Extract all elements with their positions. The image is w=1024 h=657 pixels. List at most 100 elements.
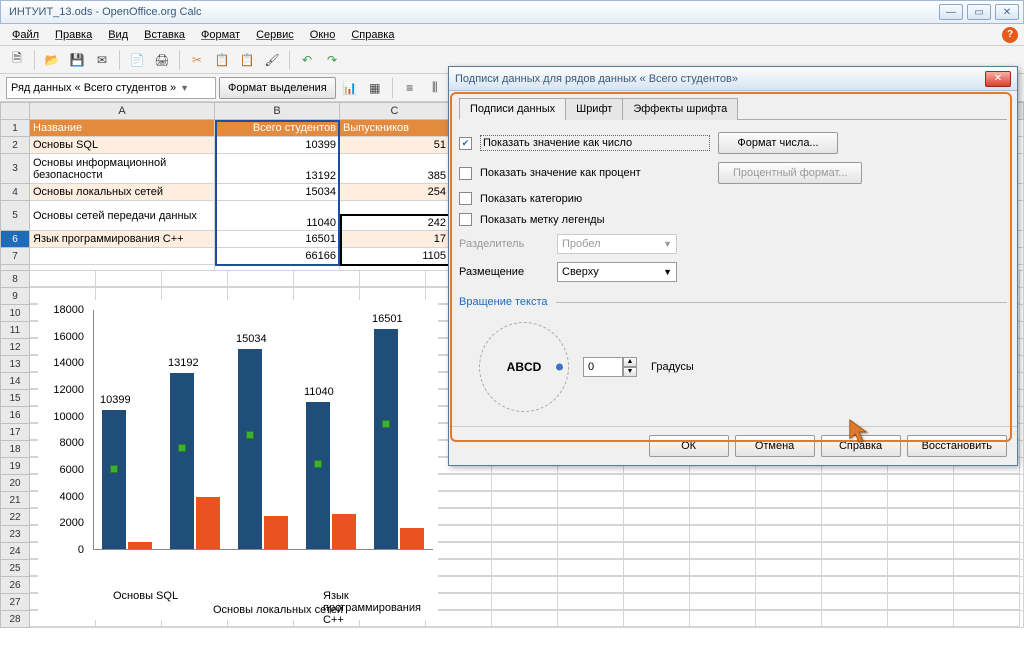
row-header[interactable]: 26: [0, 577, 30, 594]
cell[interactable]: [624, 492, 690, 508]
cell[interactable]: [558, 611, 624, 627]
row-header[interactable]: 6: [0, 231, 30, 248]
cell[interactable]: [756, 475, 822, 491]
paste-icon[interactable]: 📋: [236, 49, 258, 71]
cell[interactable]: [756, 526, 822, 542]
row-header[interactable]: 21: [0, 492, 30, 509]
checkbox-show-as-number[interactable]: ✔: [459, 137, 472, 150]
tab-font-effects[interactable]: Эффекты шрифта: [622, 98, 738, 120]
maximize-button[interactable]: ▭: [967, 4, 991, 20]
cell[interactable]: 17: [340, 231, 450, 248]
cell[interactable]: [492, 611, 558, 627]
cell[interactable]: [162, 271, 228, 287]
redo-icon[interactable]: ↷: [321, 49, 343, 71]
cell[interactable]: [558, 594, 624, 610]
cell[interactable]: [558, 492, 624, 508]
cell-header[interactable]: Выпускников: [340, 120, 450, 137]
cell[interactable]: [96, 271, 162, 287]
menu-edit[interactable]: Правка: [49, 27, 98, 43]
cell[interactable]: [624, 560, 690, 576]
menu-file[interactable]: Файл: [6, 27, 45, 43]
degrees-input[interactable]: [583, 357, 623, 377]
menu-view[interactable]: Вид: [102, 27, 134, 43]
cell[interactable]: 51: [340, 137, 450, 154]
grid-h-icon[interactable]: ≡: [399, 77, 421, 99]
row-header[interactable]: 19: [0, 458, 30, 475]
cell-header[interactable]: Название: [30, 120, 215, 137]
cell[interactable]: [954, 475, 1020, 491]
checkbox-show-legend-key[interactable]: [459, 213, 472, 226]
cell[interactable]: [624, 509, 690, 525]
row-header[interactable]: 2: [0, 137, 30, 154]
help-button[interactable]: Справка: [821, 435, 901, 457]
menu-window[interactable]: Окно: [304, 27, 342, 43]
cell[interactable]: Язык программирования С++: [30, 231, 215, 248]
cell[interactable]: 66166: [215, 248, 340, 265]
cell[interactable]: [690, 492, 756, 508]
cell[interactable]: [558, 543, 624, 559]
spinner-up-icon[interactable]: ▲: [623, 357, 637, 367]
cell[interactable]: [30, 248, 215, 265]
cell[interactable]: [888, 594, 954, 610]
cell[interactable]: [492, 594, 558, 610]
menu-insert[interactable]: Вставка: [138, 27, 191, 43]
cell[interactable]: [690, 475, 756, 491]
cell[interactable]: [624, 543, 690, 559]
menu-format[interactable]: Формат: [195, 27, 246, 43]
cell[interactable]: [624, 611, 690, 627]
chart-type-icon[interactable]: 📊: [339, 77, 361, 99]
cell[interactable]: [888, 577, 954, 593]
cell[interactable]: [558, 509, 624, 525]
row-header[interactable]: 4: [0, 184, 30, 201]
cell[interactable]: [756, 611, 822, 627]
row-header[interactable]: 22: [0, 509, 30, 526]
row-header[interactable]: 20: [0, 475, 30, 492]
cell[interactable]: 11040: [215, 201, 340, 231]
cell[interactable]: [822, 560, 888, 576]
reset-button[interactable]: Восстановить: [907, 435, 1007, 457]
row-header[interactable]: 7: [0, 248, 30, 265]
cell[interactable]: [492, 475, 558, 491]
cell[interactable]: [822, 594, 888, 610]
rotation-dial[interactable]: ABCD: [479, 322, 569, 412]
cell[interactable]: [954, 560, 1020, 576]
row-header[interactable]: 27: [0, 594, 30, 611]
cell[interactable]: [822, 526, 888, 542]
cell[interactable]: [624, 526, 690, 542]
dialog-title-bar[interactable]: Подписи данных для рядов данных « Всего …: [449, 67, 1017, 91]
row-header[interactable]: 8: [0, 271, 30, 288]
cell[interactable]: [690, 594, 756, 610]
cell[interactable]: Основы сетей передачи данных: [30, 201, 215, 231]
row-header[interactable]: 9: [0, 288, 30, 305]
row-header[interactable]: 14: [0, 373, 30, 390]
dialog-close-button[interactable]: ✕: [985, 71, 1011, 87]
cell[interactable]: [756, 560, 822, 576]
cell[interactable]: [756, 577, 822, 593]
cell[interactable]: [822, 509, 888, 525]
col-header-c[interactable]: C: [340, 102, 450, 120]
degrees-spinner[interactable]: ▲ ▼: [583, 357, 637, 377]
cell[interactable]: [690, 543, 756, 559]
cell[interactable]: [822, 475, 888, 491]
help-icon[interactable]: ?: [1002, 27, 1018, 43]
cell[interactable]: [624, 577, 690, 593]
cell[interactable]: [954, 509, 1020, 525]
close-button[interactable]: ✕: [995, 4, 1019, 20]
chart-data-icon[interactable]: ▦: [364, 77, 386, 99]
cell[interactable]: [822, 611, 888, 627]
row-header[interactable]: 24: [0, 543, 30, 560]
grid-v-icon[interactable]: ⫼: [424, 77, 446, 99]
cell[interactable]: [690, 560, 756, 576]
cell[interactable]: [492, 543, 558, 559]
tab-data-labels[interactable]: Подписи данных: [459, 98, 566, 120]
cell[interactable]: [822, 577, 888, 593]
cell[interactable]: [558, 560, 624, 576]
cell[interactable]: [558, 475, 624, 491]
cell[interactable]: [954, 611, 1020, 627]
cut-icon[interactable]: ✂: [186, 49, 208, 71]
row-header[interactable]: 15: [0, 390, 30, 407]
cell[interactable]: [756, 492, 822, 508]
cell[interactable]: [954, 543, 1020, 559]
cell[interactable]: [954, 594, 1020, 610]
col-header-a[interactable]: A: [30, 102, 215, 120]
